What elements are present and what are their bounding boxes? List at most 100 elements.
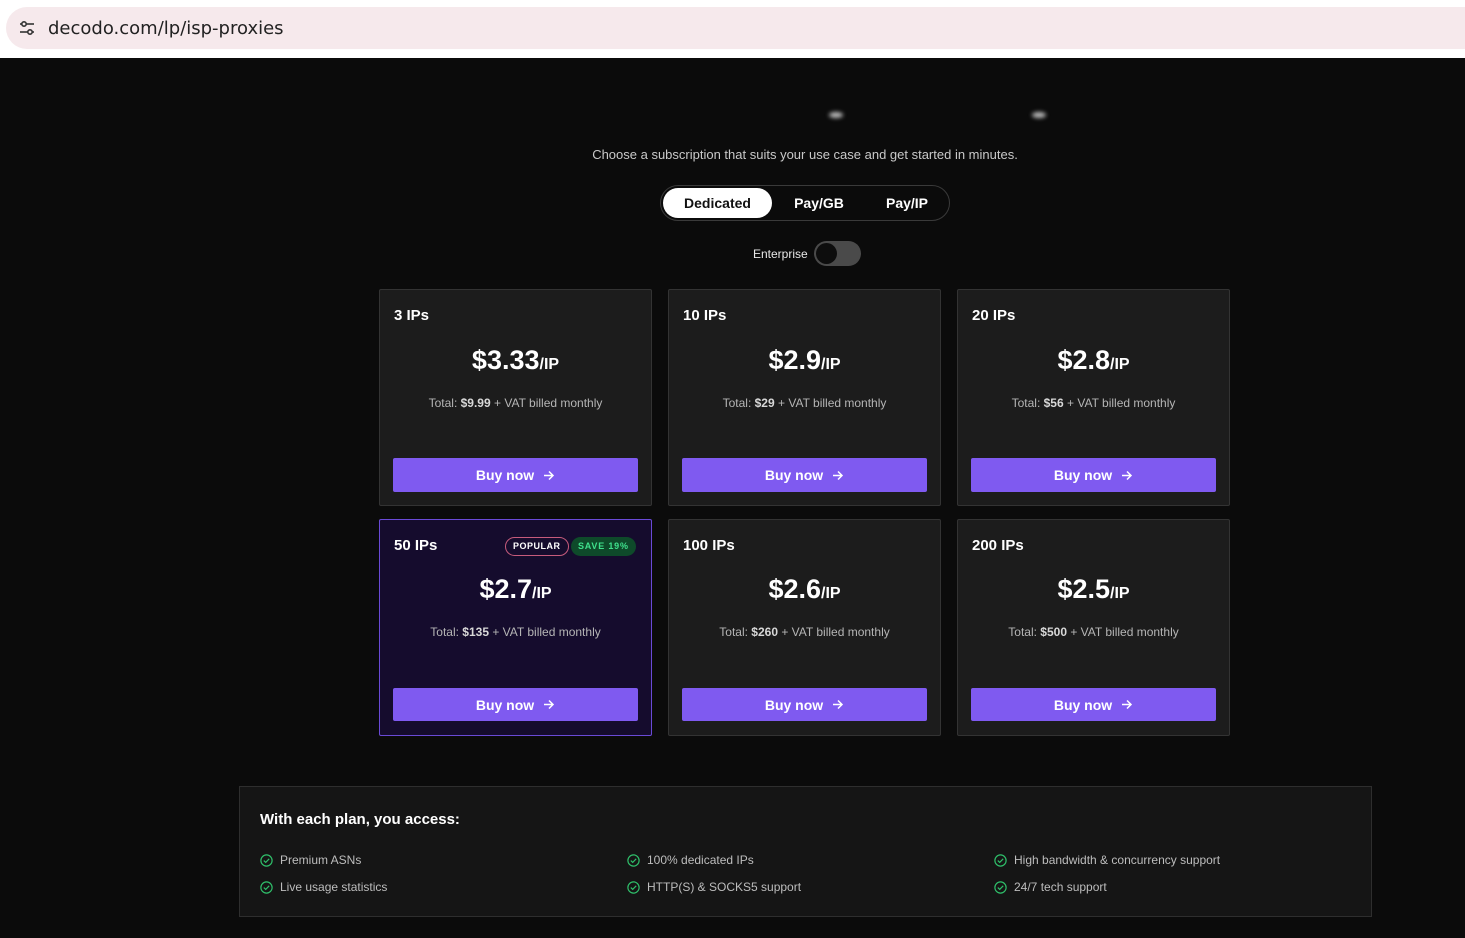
plan-card-3-ips: 3 IPs $3.33/IP Total: $9.99 + VAT billed…: [379, 289, 652, 506]
feature-item: HTTP(S) & SOCKS5 support: [627, 880, 801, 894]
plan-card-10-ips: 10 IPs $2.9/IP Total: $29 + VAT billed m…: [668, 289, 941, 506]
plan-title: 200 IPs: [972, 537, 1024, 554]
pricing-subtitle: Choose a subscription that suits your us…: [592, 147, 1018, 162]
total-amount: $56: [1043, 396, 1064, 410]
plan-total: Total: $9.99 + VAT billed monthly: [380, 396, 651, 410]
buy-now-label: Buy now: [475, 696, 535, 713]
plan-title: 100 IPs: [683, 537, 735, 554]
price-amount: $2.9: [768, 345, 821, 375]
plan-title: 3 IPs: [394, 307, 430, 324]
feature-text: 24/7 tech support: [1014, 880, 1107, 894]
plan-card-200-ips: 200 IPs $2.5/IP Total: $500 + VAT billed…: [957, 519, 1230, 736]
plan-price: $2.8/IP: [958, 345, 1229, 376]
buy-now-label: Buy now: [764, 467, 824, 483]
plan-total: Total: $135 + VAT billed monthly: [380, 625, 651, 639]
enterprise-toggle[interactable]: [813, 241, 861, 266]
plan-title: 20 IPs: [972, 307, 1016, 324]
buy-now-button[interactable]: Buy now: [971, 458, 1216, 492]
plan-price: $3.33/IP: [380, 345, 651, 376]
features-title: With each plan, you access:: [260, 811, 460, 828]
price-amount: $3.33: [471, 345, 540, 375]
decorative-glow: [829, 112, 843, 118]
tab-pay-per-ip[interactable]: Pay/IP: [866, 188, 948, 218]
check-circle-icon: [994, 880, 1007, 894]
total-suffix: + VAT billed monthly: [1070, 625, 1179, 639]
plan-total: Total: $500 + VAT billed monthly: [958, 625, 1229, 639]
arrow-right-icon: [544, 470, 555, 480]
decorative-glow: [1032, 112, 1046, 118]
price-unit: /IP: [1110, 585, 1130, 602]
plan-features-panel: With each plan, you access: Premium ASNs…: [239, 786, 1372, 917]
price-unit: /IP: [532, 585, 552, 602]
buy-now-button[interactable]: Buy now: [682, 688, 927, 721]
buy-now-label: Buy now: [1053, 696, 1113, 713]
site-settings-icon[interactable]: [6, 7, 48, 49]
arrow-right-icon: [833, 699, 844, 710]
feature-text: Live usage statistics: [280, 880, 388, 894]
tab-pay-per-gb[interactable]: Pay/GB: [772, 188, 866, 218]
plan-price: $2.7/IP: [380, 574, 651, 605]
price-unit: /IP: [1110, 356, 1130, 373]
check-circle-icon: [627, 880, 640, 894]
plan-card-20-ips: 20 IPs $2.8/IP Total: $56 + VAT billed m…: [957, 289, 1230, 506]
save-badge: SAVE 19%: [571, 537, 636, 556]
plan-total: Total: $260 + VAT billed monthly: [669, 625, 940, 639]
feature-item: High bandwidth & concurrency support: [994, 853, 1220, 867]
arrow-right-icon: [1122, 699, 1133, 710]
total-suffix: + VAT billed monthly: [1067, 396, 1176, 410]
feature-text: High bandwidth & concurrency support: [1014, 853, 1221, 867]
arrow-right-icon: [833, 470, 844, 480]
address-bar[interactable]: decodo.com/lp/isp-proxies: [6, 7, 1465, 49]
enterprise-switch-row: Enterprise: [753, 241, 861, 266]
plan-card-100-ips: 100 IPs $2.6/IP Total: $260 + VAT billed…: [668, 519, 941, 736]
price-unit: /IP: [821, 356, 841, 373]
pricing-type-tabs: Dedicated Pay/GB Pay/IP: [660, 185, 950, 221]
arrow-right-icon: [1122, 470, 1133, 480]
plan-price: $2.6/IP: [669, 574, 940, 605]
price-unit: /IP: [821, 585, 841, 602]
total-amount: $500: [1040, 625, 1067, 639]
buy-now-button[interactable]: Buy now: [682, 458, 927, 492]
price-unit: /IP: [539, 356, 560, 373]
total-prefix: Total:: [1011, 396, 1041, 410]
check-circle-icon: [627, 853, 640, 867]
total-prefix: Total:: [428, 396, 458, 410]
plan-title: 10 IPs: [683, 307, 727, 324]
buy-now-label: Buy now: [764, 696, 824, 713]
total-amount: $135: [462, 625, 489, 639]
plan-card-50-ips: 50 IPs POPULAR SAVE 19% $2.7/IP Total: $…: [379, 519, 652, 736]
total-prefix: Total:: [719, 625, 748, 639]
total-suffix: + VAT billed monthly: [778, 396, 887, 410]
price-amount: $2.5: [1057, 574, 1110, 604]
plan-price: $2.5/IP: [958, 574, 1229, 605]
plan-title: 50 IPs: [394, 537, 438, 554]
tab-dedicated[interactable]: Dedicated: [663, 188, 772, 218]
buy-now-button[interactable]: Buy now: [971, 688, 1216, 721]
plan-price: $2.9/IP: [669, 345, 940, 376]
enterprise-label: Enterprise: [753, 246, 808, 261]
plan-total: Total: $29 + VAT billed monthly: [669, 396, 940, 410]
url-text: decodo.com/lp/isp-proxies: [48, 17, 284, 39]
buy-now-button[interactable]: Buy now: [393, 688, 638, 721]
total-amount: $260: [751, 625, 778, 639]
arrow-right-icon: [544, 699, 555, 710]
total-prefix: Total:: [722, 396, 752, 410]
plan-total: Total: $56 + VAT billed monthly: [958, 396, 1229, 410]
feature-item: 24/7 tech support: [994, 880, 1107, 894]
buy-now-label: Buy now: [475, 467, 535, 483]
price-amount: $2.6: [768, 574, 821, 604]
price-amount: $2.7: [479, 574, 532, 604]
toggle-knob: [815, 243, 837, 264]
browser-toolbar: decodo.com/lp/isp-proxies: [0, 0, 1465, 58]
feature-text: HTTP(S) & SOCKS5 support: [647, 880, 802, 894]
feature-item: Live usage statistics: [260, 880, 387, 894]
check-circle-icon: [260, 853, 273, 867]
pricing-page: Choose a subscription that suits your us…: [0, 58, 1465, 938]
buy-now-button[interactable]: Buy now: [393, 458, 638, 492]
popular-badge: POPULAR: [505, 537, 569, 556]
total-prefix: Total:: [1008, 625, 1037, 639]
total-suffix: + VAT billed monthly: [492, 625, 601, 639]
check-circle-icon: [260, 880, 273, 894]
total-amount: $9.99: [460, 396, 491, 410]
total-suffix: + VAT billed monthly: [781, 625, 890, 639]
